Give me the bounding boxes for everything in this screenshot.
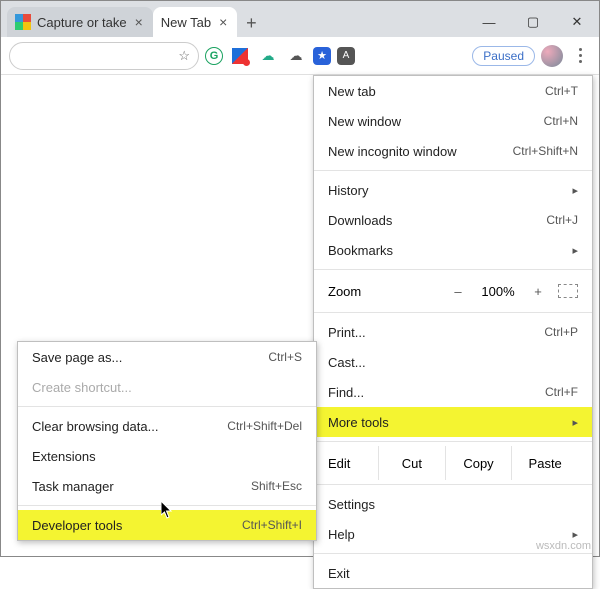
- menu-label: New tab: [328, 84, 545, 99]
- browser-window: Capture or take × New Tab × + — ▢ ✕ ☆ G …: [0, 0, 600, 557]
- submenu-extensions[interactable]: Extensions: [18, 441, 316, 471]
- grammarly-icon[interactable]: G: [205, 47, 223, 65]
- profile-paused-chip[interactable]: Paused: [472, 46, 535, 66]
- favicon-icon: [15, 14, 31, 30]
- maximize-button[interactable]: ▢: [511, 7, 555, 37]
- menu-label: More tools: [328, 415, 564, 430]
- menu-bookmarks[interactable]: Bookmarks: [314, 235, 592, 265]
- new-tab-button[interactable]: +: [237, 9, 265, 37]
- menu-label: Help: [328, 527, 564, 542]
- menu-print[interactable]: Print... Ctrl+P: [314, 317, 592, 347]
- menu-new-tab[interactable]: New tab Ctrl+T: [314, 76, 592, 106]
- menu-zoom: Zoom – 100% +: [314, 274, 592, 308]
- submenu-clear-data[interactable]: Clear browsing data... Ctrl+Shift+Del: [18, 411, 316, 441]
- menu-shortcut: Ctrl+Shift+Del: [227, 419, 302, 433]
- toolbar: ☆ G ☁ ☁ ★ A Paused: [1, 37, 599, 75]
- chrome-menu: New tab Ctrl+T New window Ctrl+N New inc…: [313, 75, 593, 589]
- close-icon[interactable]: ×: [217, 14, 229, 30]
- menu-new-window[interactable]: New window Ctrl+N: [314, 106, 592, 136]
- menu-shortcut: Shift+Esc: [251, 479, 302, 493]
- separator: [18, 505, 316, 506]
- menu-shortcut: Ctrl+T: [545, 84, 578, 98]
- separator: [314, 312, 592, 313]
- menu-label: History: [328, 183, 564, 198]
- menu-label: Create shortcut...: [32, 380, 302, 395]
- close-button[interactable]: ✕: [555, 7, 599, 37]
- separator: [18, 406, 316, 407]
- window-controls: — ▢ ✕: [467, 7, 599, 37]
- zoom-value: 100%: [478, 284, 518, 299]
- menu-shortcut: Ctrl+N: [544, 114, 578, 128]
- menu-new-incognito[interactable]: New incognito window Ctrl+Shift+N: [314, 136, 592, 166]
- submenu-developer-tools[interactable]: Developer tools Ctrl+Shift+I: [18, 510, 316, 540]
- zoom-label: Zoom: [328, 284, 438, 299]
- menu-shortcut: Ctrl+Shift+N: [513, 144, 578, 158]
- menu-label: Save page as...: [32, 350, 268, 365]
- menu-shortcut: Ctrl+J: [546, 213, 578, 227]
- menu-shortcut: Ctrl+S: [268, 350, 302, 364]
- menu-label: Developer tools: [32, 518, 242, 533]
- menu-shortcut: Ctrl+P: [544, 325, 578, 339]
- edit-label: Edit: [328, 456, 378, 471]
- menu-more-tools[interactable]: More tools: [314, 407, 592, 437]
- tab-title: New Tab: [161, 15, 211, 30]
- minimize-button[interactable]: —: [467, 7, 511, 37]
- menu-shortcut: Ctrl+F: [545, 385, 578, 399]
- menu-label: Extensions: [32, 449, 302, 464]
- menu-shortcut: Ctrl+Shift+I: [242, 518, 302, 532]
- menu-cast[interactable]: Cast...: [314, 347, 592, 377]
- extension-icon[interactable]: [229, 45, 251, 67]
- menu-label: Print...: [328, 325, 544, 340]
- avatar[interactable]: [541, 45, 563, 67]
- menu-history[interactable]: History: [314, 175, 592, 205]
- onedrive-icon[interactable]: ☁: [257, 45, 279, 67]
- menu-label: Settings: [328, 497, 578, 512]
- menu-downloads[interactable]: Downloads Ctrl+J: [314, 205, 592, 235]
- close-icon[interactable]: ×: [133, 14, 145, 30]
- menu-label: New window: [328, 114, 544, 129]
- paste-button[interactable]: Paste: [511, 446, 578, 480]
- menu-label: Cast...: [328, 355, 578, 370]
- pdf-icon[interactable]: A: [337, 47, 355, 65]
- cut-button[interactable]: Cut: [378, 446, 445, 480]
- submenu-task-manager[interactable]: Task manager Shift+Esc: [18, 471, 316, 501]
- copy-button[interactable]: Copy: [445, 446, 512, 480]
- menu-label: Downloads: [328, 213, 546, 228]
- menu-exit[interactable]: Exit: [314, 558, 592, 588]
- separator: [314, 170, 592, 171]
- more-tools-submenu: Save page as... Ctrl+S Create shortcut..…: [17, 341, 317, 541]
- bookmark-icon[interactable]: ★: [313, 47, 331, 65]
- submenu-create-shortcut: Create shortcut...: [18, 372, 316, 402]
- separator: [314, 484, 592, 485]
- separator: [314, 269, 592, 270]
- watermark: wsxdn.com: [536, 540, 591, 552]
- menu-label: Exit: [328, 566, 578, 581]
- tab-new-tab[interactable]: New Tab ×: [153, 7, 238, 37]
- zoom-in-button[interactable]: +: [526, 284, 550, 299]
- chrome-menu-button[interactable]: [569, 42, 591, 70]
- tab-capture[interactable]: Capture or take ×: [7, 7, 153, 37]
- menu-edit: Edit Cut Copy Paste: [314, 446, 592, 480]
- zoom-out-button[interactable]: –: [446, 284, 470, 299]
- menu-label: Task manager: [32, 479, 251, 494]
- submenu-save-page[interactable]: Save page as... Ctrl+S: [18, 342, 316, 372]
- separator: [314, 441, 592, 442]
- menu-find[interactable]: Find... Ctrl+F: [314, 377, 592, 407]
- address-bar[interactable]: ☆: [9, 42, 199, 70]
- menu-label: New incognito window: [328, 144, 513, 159]
- cloud-icon[interactable]: ☁: [285, 45, 307, 67]
- menu-label: Find...: [328, 385, 545, 400]
- flag-icon: [232, 48, 248, 64]
- menu-label: Clear browsing data...: [32, 419, 227, 434]
- star-icon[interactable]: ☆: [178, 48, 190, 64]
- fullscreen-icon[interactable]: [558, 284, 578, 298]
- menu-label: Bookmarks: [328, 243, 564, 258]
- menu-settings[interactable]: Settings: [314, 489, 592, 519]
- tab-title: Capture or take: [37, 15, 127, 30]
- tab-strip: Capture or take × New Tab × + — ▢ ✕: [1, 1, 599, 37]
- separator: [314, 553, 592, 554]
